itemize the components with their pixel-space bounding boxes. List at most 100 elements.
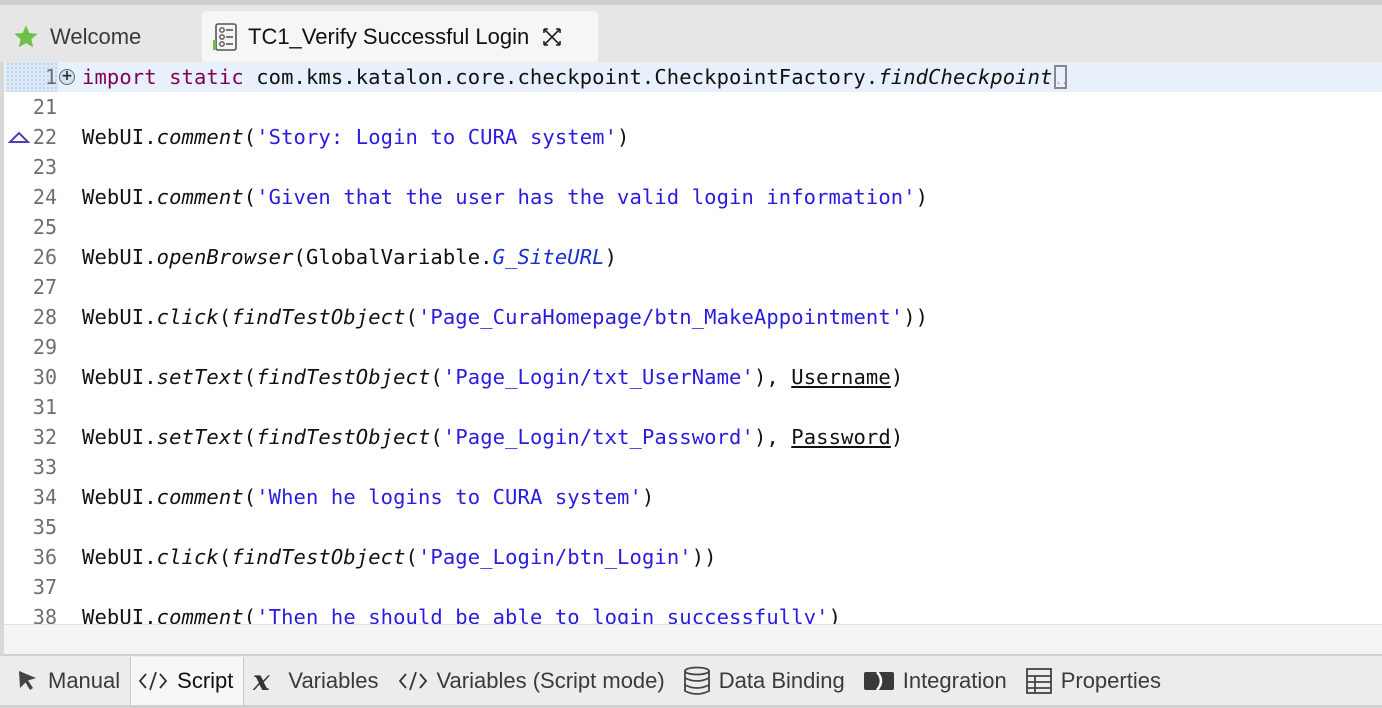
star-icon <box>12 23 40 51</box>
line-number: 35 <box>32 515 57 539</box>
code-line[interactable]: 35 <box>4 512 1382 542</box>
test-case-icon <box>212 22 238 52</box>
database-icon <box>683 666 711 696</box>
code-token: ( <box>243 185 257 209</box>
code-token: click <box>156 545 219 569</box>
code-line[interactable]: 24 WebUI.comment('Given that the user has… <box>4 182 1382 212</box>
code-line[interactable]: 30 WebUI.setText(findTestObject('Page_Log… <box>4 362 1382 392</box>
variable-x-icon: x <box>252 667 280 695</box>
code-token: ( <box>218 305 232 329</box>
code-token: ( <box>430 425 443 449</box>
line-number: 34 <box>32 485 57 509</box>
code-token: ( <box>218 545 232 569</box>
code-token: WebUI. <box>82 485 157 509</box>
line-number: 30 <box>32 365 57 389</box>
code-token: ) <box>641 485 655 509</box>
code-token: WebUI. <box>82 545 157 569</box>
tab-label: Variables (Script mode) <box>436 667 665 693</box>
line-number: 25 <box>32 215 57 239</box>
code-text: WebUI.setText(findTestObject('Page_Login… <box>82 425 903 449</box>
code-token: ( <box>243 485 257 509</box>
line-number: 31 <box>32 395 57 419</box>
code-text: WebUI.comment('When he logins to CURA sy… <box>82 485 654 509</box>
code-line[interactable]: 32 WebUI.setText(findTestObject('Page_Log… <box>4 422 1382 452</box>
expand-fold-icon[interactable]: + <box>59 69 75 85</box>
code-line[interactable]: 22 WebUI.comment('Story: Login to CURA sy… <box>4 122 1382 152</box>
tab-integration[interactable]: Integration <box>855 657 1017 705</box>
tab-variables[interactable]: x Variables <box>244 657 388 705</box>
code-token: setText <box>156 365 244 389</box>
tab-script[interactable]: Script <box>130 656 245 705</box>
code-token: 'Story: Login to CURA system' <box>256 125 618 149</box>
code-line[interactable]: 29 <box>4 332 1382 362</box>
editor-tab-bar: Welcome TC1_Verify Successful Login <box>0 0 1382 62</box>
fold-collapse-icon[interactable] <box>7 130 31 149</box>
tab-test-case[interactable]: TC1_Verify Successful Login <box>202 11 598 62</box>
code-token: 'Then he should be able to login success… <box>256 605 829 624</box>
line-number: 37 <box>32 575 57 599</box>
integration-icon <box>863 670 895 692</box>
tab-data-binding[interactable]: Data Binding <box>675 657 855 705</box>
code-line[interactable]: 34 WebUI.comment('When he logins to CURA … <box>4 482 1382 512</box>
tab-label: Properties <box>1060 667 1161 693</box>
code-token: com.kms.katalon.core.checkpoint.Checkpoi… <box>243 64 879 89</box>
code-token: WebUI. <box>82 185 157 209</box>
code-token: WebUI. <box>82 245 157 269</box>
code-line[interactable]: 26 WebUI.openBrowser(GlobalVariable.G_Sit… <box>4 242 1382 272</box>
code-line[interactable]: 27 <box>4 272 1382 302</box>
line-number: 36 <box>32 545 57 569</box>
close-icon[interactable] <box>541 26 563 48</box>
code-token: Password <box>791 425 891 449</box>
code-text: WebUI.comment('Story: Login to CURA syst… <box>82 125 630 149</box>
code-line[interactable]: 36 WebUI.click(findTestObject('Page_Login… <box>4 542 1382 572</box>
line-number: 38 <box>32 605 57 624</box>
code-editor[interactable]: 1 + import static com.kms.katalon.core.che… <box>4 62 1382 624</box>
code-line[interactable]: 23 <box>4 152 1382 182</box>
code-token: ( <box>243 365 257 389</box>
code-line[interactable]: 37 <box>4 572 1382 602</box>
code-token: 'Page_Login/txt_Password' <box>442 425 754 449</box>
code-token: ) <box>604 245 618 269</box>
code-token: ) <box>915 185 929 209</box>
tab-label: Integration <box>902 667 1007 693</box>
tab-variables-script-mode[interactable]: Variables (Script mode) <box>389 657 675 705</box>
tab-welcome[interactable]: Welcome <box>12 11 200 62</box>
code-token: comment <box>156 125 244 149</box>
code-line[interactable]: 33 <box>4 452 1382 482</box>
tab-properties[interactable]: Properties <box>1017 657 1171 705</box>
code-text: WebUI.openBrowser(GlobalVariable.G_SiteU… <box>82 245 617 269</box>
code-line[interactable]: 28 WebUI.click(findTestObject('Page_CuraH… <box>4 302 1382 332</box>
code-line[interactable]: 38 WebUI.comment('Then he should be able … <box>4 602 1382 624</box>
code-text: WebUI.click(findTestObject('Page_CuraHom… <box>82 305 928 329</box>
code-token: ( <box>430 365 443 389</box>
code-token: 'Given that the user has the valid login… <box>256 185 916 209</box>
code-token: ), <box>753 365 792 389</box>
tab-label: Data Binding <box>718 667 845 693</box>
code-token: static <box>169 64 244 89</box>
code-token: (GlobalVariable. <box>293 245 493 269</box>
code-text: import static com.kms.katalon.core.check… <box>82 64 1068 90</box>
tab-manual[interactable]: Manual <box>0 657 130 705</box>
code-token: WebUI. <box>82 605 157 624</box>
code-line[interactable]: 21 <box>4 92 1382 122</box>
code-line[interactable]: 25 <box>4 212 1382 242</box>
line-number: 29 <box>32 335 57 359</box>
code-line[interactable]: 31 <box>4 392 1382 422</box>
table-icon <box>1025 667 1053 695</box>
line-number: 28 <box>32 305 57 329</box>
code-token: ( <box>405 545 418 569</box>
code-token: )) <box>691 545 717 569</box>
code-token: ) <box>890 365 904 389</box>
line-number: 26 <box>32 245 57 269</box>
line-number: 33 <box>32 455 57 479</box>
code-token: comment <box>156 485 244 509</box>
code-text: WebUI.setText(findTestObject('Page_Login… <box>82 365 903 389</box>
horizontal-scrollbar[interactable] <box>4 624 1382 654</box>
code-token: ) <box>617 125 630 149</box>
code-token: comment <box>156 605 244 624</box>
code-token: ( <box>243 425 257 449</box>
code-line[interactable]: 1 + import static com.kms.katalon.core.che… <box>4 62 1382 92</box>
code-text: WebUI.comment('Then he should be able to… <box>82 605 841 624</box>
folded-code-ellipsis[interactable]: .. <box>1053 64 1068 89</box>
code-token: findCheckpoint <box>878 64 1053 89</box>
